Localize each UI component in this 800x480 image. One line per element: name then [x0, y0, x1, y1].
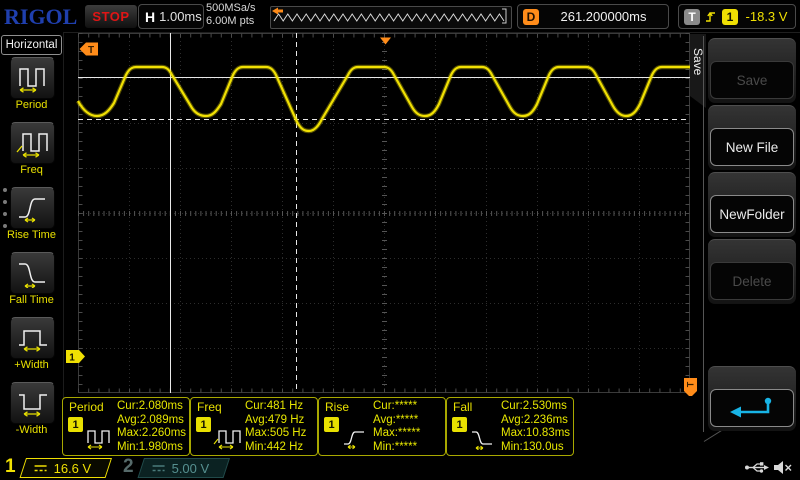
measurement-channel-badge: 1	[452, 417, 467, 432]
horizontal-scale-box: H 1.00ms	[138, 4, 204, 29]
plus-width-icon	[18, 330, 47, 352]
menu-page-dot	[3, 200, 7, 204]
measurement-channel-badge: 1	[324, 417, 339, 432]
waveform-display: T 1 T	[66, 33, 697, 396]
memory-depth: 6.00M pts	[206, 15, 255, 27]
delete-button-label: Delete	[732, 273, 772, 289]
return-arrow-icon	[730, 397, 772, 418]
menu-page-dot	[3, 212, 7, 216]
rise-time-icon	[18, 198, 45, 223]
measure-item-freq-label: Freq	[20, 164, 43, 176]
trigger-badge: T	[684, 8, 700, 25]
save-button[interactable]: Save	[708, 38, 796, 103]
speaker-muted-icon	[774, 461, 792, 474]
delay-value: 261.200000ms	[560, 9, 647, 24]
measure-item-minus-width-label: -Width	[15, 424, 48, 436]
delay-badge: D	[523, 8, 539, 25]
measurement-name: Freq	[197, 400, 222, 414]
svg-text:T: T	[88, 45, 94, 56]
measure-item-plus-width-label: +Width	[14, 359, 49, 371]
channel1-status[interactable]: 16.6 V	[19, 458, 113, 478]
minus-width-icon	[18, 394, 47, 417]
horizontal-position-marker-icon[interactable]	[380, 37, 391, 45]
trigger-source-badge: 1	[722, 8, 738, 25]
rise-time-icon	[344, 431, 364, 450]
measure-menu-title: Horizontal	[1, 35, 62, 55]
measure-item-minus-width[interactable]	[10, 382, 55, 424]
svg-text:1: 1	[69, 353, 75, 364]
measurement-period: Period 1 Cur:2.080ms Avg:2.089ms Max:2.2…	[62, 397, 190, 456]
sample-rate: 500MSa/s	[206, 2, 256, 14]
measurement-values: Cur:481 Hz Avg:479 Hz Max:505 Hz Min:442…	[245, 400, 307, 453]
menu-panel-border	[703, 36, 704, 432]
measurement-channel-badge: 1	[68, 417, 83, 432]
new-file-button-label: New File	[725, 139, 779, 155]
channel1-ground-marker-icon[interactable]: 1	[66, 350, 85, 364]
dc-coupling-icon	[34, 464, 47, 471]
delay-box: D 261.200000ms	[517, 4, 669, 29]
trigger-box: T 1 -18.3 V	[678, 4, 796, 29]
memory-waveform-preview	[270, 6, 512, 29]
trigger-slope-icon	[706, 11, 715, 22]
measure-item-freq[interactable]	[10, 122, 55, 164]
measurement-name: Period	[69, 400, 104, 414]
oscilloscope-screen: RIGOL STOP H 1.00ms 500MSa/s 6.00M pts D…	[0, 0, 800, 480]
measure-item-fall-time-label: Fall Time	[9, 294, 54, 306]
measurement-values: Cur:2.530ms Avg:2.236ms Max:10.83ms Min:…	[501, 400, 571, 453]
left-menu-divider	[63, 32, 64, 456]
new-folder-button[interactable]: NewFolder	[708, 172, 796, 237]
period-icon	[18, 68, 45, 93]
svg-text:T: T	[686, 381, 696, 387]
channel2-scale: 5.00 V	[171, 460, 210, 476]
channel2-number[interactable]: 2	[123, 456, 134, 478]
horizontal-label: H	[145, 8, 156, 25]
freq-icon	[213, 430, 241, 450]
measure-item-fall-time[interactable]	[10, 252, 55, 294]
measurement-name: Rise	[325, 400, 350, 414]
channel-status-bar: 1 16.6 V 2 5.00 V	[0, 456, 800, 480]
save-button-label: Save	[736, 72, 768, 88]
measure-item-rise-time[interactable]	[10, 187, 55, 229]
fall-time-icon	[18, 263, 45, 288]
measurement-values: Cur:2.080ms Avg:2.089ms Max:2.260ms Min:…	[117, 400, 187, 453]
channel1-number[interactable]: 1	[5, 456, 16, 478]
measurement-fall: Fall 1 Cur:2.530ms Avg:2.236ms Max:10.83…	[446, 397, 574, 456]
left-measure-menu: Horizontal Period Freq Rise Time Fall Ti…	[0, 32, 63, 456]
trigger-level-marker-icon[interactable]: T	[684, 378, 697, 396]
channel1-scale: 16.6 V	[53, 460, 92, 476]
dc-coupling-icon	[152, 464, 165, 471]
rigol-logo: RIGOL	[4, 4, 78, 29]
measurement-freq: Freq 1 Cur:481 Hz Avg:479 Hz Max:505 Hz …	[190, 397, 318, 456]
measure-item-plus-width[interactable]	[10, 317, 55, 359]
return-button[interactable]	[708, 366, 796, 431]
new-folder-button-label: NewFolder	[719, 206, 785, 222]
run-stop-indicator[interactable]: STOP	[84, 4, 138, 29]
measure-item-period[interactable]	[10, 57, 55, 99]
channel2-status[interactable]: 5.00 V	[137, 458, 230, 478]
trigger-position-arrow-icon	[272, 7, 283, 15]
delete-button[interactable]: Delete	[708, 239, 796, 304]
freq-icon	[16, 133, 48, 158]
acquisition-info: 500MSa/s 6.00M pts	[206, 2, 256, 28]
measurement-channel-badge: 1	[196, 417, 211, 432]
measurement-name: Fall	[453, 400, 473, 414]
measure-item-period-label: Period	[15, 99, 48, 111]
fall-time-icon	[472, 431, 492, 450]
period-icon	[87, 430, 110, 450]
horizontal-scale-value: 1.00ms	[159, 9, 202, 24]
new-file-button[interactable]: New File	[708, 105, 796, 170]
measurement-rise: Rise 1 Cur:***** Avg:***** Max:***** Min…	[318, 397, 446, 456]
menu-page-dot	[3, 188, 7, 192]
top-status-bar: RIGOL STOP H 1.00ms 500MSa/s 6.00M pts D…	[0, 0, 800, 33]
trigger-time-flag-icon[interactable]: T	[79, 42, 99, 56]
usb-icon	[745, 462, 769, 473]
menu-page-dot	[3, 224, 7, 228]
measure-item-rise-time-label: Rise Time	[7, 229, 56, 241]
trigger-level-value: -18.3 V	[745, 9, 788, 24]
preview-waveform	[272, 7, 507, 24]
measurement-values: Cur:***** Avg:***** Max:***** Min:*****	[373, 400, 421, 453]
